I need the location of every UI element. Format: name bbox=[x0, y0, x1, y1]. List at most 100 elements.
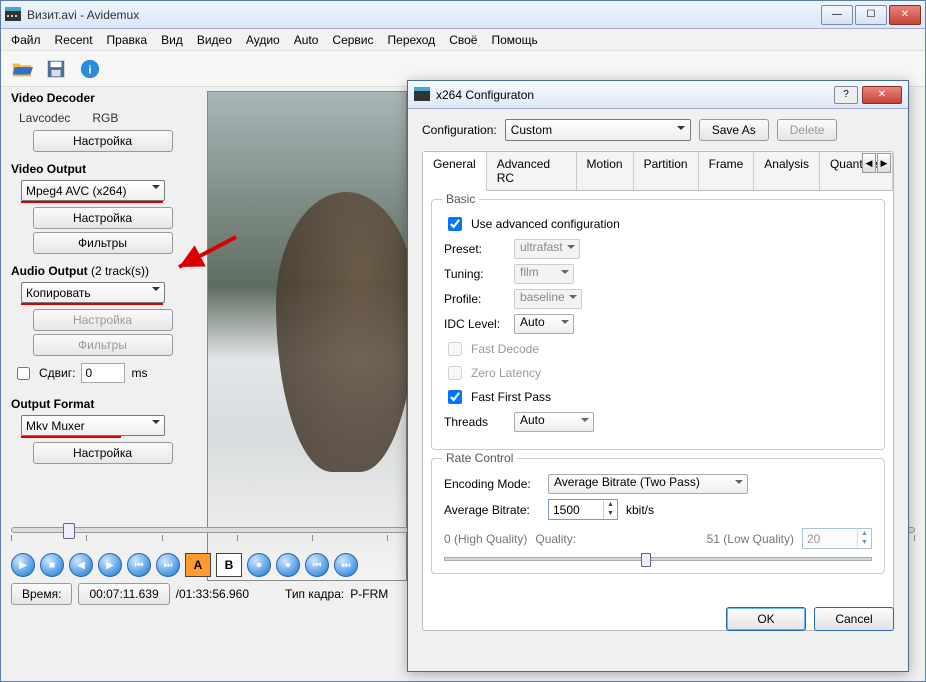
tab-frame[interactable]: Frame bbox=[699, 152, 755, 190]
spin-down-icon[interactable]: ▼ bbox=[604, 510, 617, 519]
next-key-button[interactable]: ⏭ bbox=[156, 553, 180, 577]
profile-select: baseline bbox=[514, 289, 582, 309]
menubar: Файл Recent Правка Вид Видео Аудио Auto … bbox=[1, 29, 925, 51]
ok-button[interactable]: OK bbox=[726, 607, 806, 631]
video-output-filters-button[interactable]: Фильтры bbox=[33, 232, 173, 254]
frame-type-label: Тип кадра: bbox=[285, 587, 344, 601]
shift-label: Сдвиг: bbox=[39, 366, 75, 380]
tab-advanced-rc[interactable]: Advanced RC bbox=[487, 152, 577, 190]
audio-output-title: Audio Output (2 track(s)) bbox=[11, 264, 194, 278]
playback-controls: ▶ ■ ◀ ▶ ⏮ ⏭ A B ⏺ ⏺ ⏮ ⏭ bbox=[11, 553, 358, 577]
info-icon[interactable]: i bbox=[77, 56, 103, 82]
use-advanced-checkbox[interactable] bbox=[448, 217, 462, 231]
x264-config-dialog: x264 Configuraton ? ✕ Configuration: Cus… bbox=[407, 80, 909, 672]
annotation-underline bbox=[21, 303, 163, 305]
spin-up-icon[interactable]: ▲ bbox=[604, 501, 617, 510]
goto-b-button[interactable]: ⏺ bbox=[276, 553, 300, 577]
tuning-select: film bbox=[514, 264, 574, 284]
quality-value-input: ▲▼ bbox=[802, 528, 872, 549]
video-preview bbox=[207, 91, 407, 581]
play-button[interactable]: ▶ bbox=[11, 553, 35, 577]
time-label-button[interactable]: Время: bbox=[11, 583, 72, 605]
save-as-button[interactable]: Save As bbox=[699, 119, 769, 141]
tab-general[interactable]: General bbox=[423, 152, 487, 191]
tab-scroll-right[interactable]: ▶ bbox=[877, 153, 891, 173]
open-icon[interactable] bbox=[9, 56, 35, 82]
duration-label: /01:33:56.960 bbox=[176, 587, 249, 601]
menu-auto[interactable]: Auto bbox=[294, 33, 319, 47]
annotation-arrow bbox=[171, 237, 241, 280]
menu-go[interactable]: Переход bbox=[388, 33, 436, 47]
tab-partition[interactable]: Partition bbox=[634, 152, 699, 190]
tab-motion[interactable]: Motion bbox=[577, 152, 634, 190]
close-button[interactable]: ✕ bbox=[889, 5, 921, 25]
video-decoder-title: Video Decoder bbox=[11, 91, 194, 105]
shift-input[interactable] bbox=[81, 363, 125, 383]
configuration-select[interactable]: Custom bbox=[505, 119, 691, 141]
video-decoder-codec: Lavcodec bbox=[19, 111, 70, 125]
goto-a-button[interactable]: ⏺ bbox=[247, 553, 271, 577]
fast-decode-checkbox bbox=[448, 342, 462, 356]
dialog-title: x264 Configuraton bbox=[436, 88, 834, 102]
menu-audio[interactable]: Аудио bbox=[246, 33, 280, 47]
minimize-button[interactable]: — bbox=[821, 5, 853, 25]
menu-edit[interactable]: Правка bbox=[107, 33, 148, 47]
average-bitrate-input[interactable]: ▲▼ bbox=[548, 499, 618, 520]
tab-analysis[interactable]: Analysis bbox=[754, 152, 820, 190]
window-title: Визит.avi - Avidemux bbox=[27, 8, 821, 22]
status-bar: Время: 00:07:11.639 /01:33:56.960 Тип ка… bbox=[11, 583, 388, 605]
app-icon bbox=[5, 7, 21, 23]
output-format-select[interactable]: Mkv Muxer bbox=[21, 415, 165, 436]
dialog-close-button[interactable]: ✕ bbox=[862, 86, 902, 104]
menu-recent[interactable]: Recent bbox=[55, 33, 93, 47]
idc-select[interactable]: Auto bbox=[514, 314, 574, 334]
annotation-underline bbox=[21, 201, 163, 203]
time-value[interactable]: 00:07:11.639 bbox=[78, 583, 169, 605]
tab-scroll-left[interactable]: ◀ bbox=[862, 153, 876, 173]
rate-control-group: Rate Control Encoding Mode: Average Bitr… bbox=[431, 458, 885, 574]
video-output-select[interactable]: Mpeg4 AVC (x264) bbox=[21, 180, 165, 201]
video-output-title: Video Output bbox=[11, 162, 194, 176]
output-format-title: Output Format bbox=[11, 397, 194, 411]
output-format-settings-button[interactable]: Настройка bbox=[33, 442, 173, 464]
mark-b-button[interactable]: B bbox=[216, 553, 242, 577]
configuration-label: Configuration: bbox=[422, 123, 497, 137]
menu-tools[interactable]: Сервис bbox=[332, 33, 373, 47]
timeline-thumb[interactable] bbox=[63, 523, 75, 539]
delete-button: Delete bbox=[777, 119, 838, 141]
prev-key-button[interactable]: ⏮ bbox=[127, 553, 151, 577]
preset-select: ultrafast bbox=[514, 239, 580, 259]
audio-output-select[interactable]: Копировать bbox=[21, 282, 165, 303]
video-decoder-settings-button[interactable]: Настройка bbox=[33, 130, 173, 152]
next-frame-button[interactable]: ▶ bbox=[98, 553, 122, 577]
shift-checkbox[interactable] bbox=[17, 367, 30, 380]
menu-help[interactable]: Помощь bbox=[491, 33, 537, 47]
encoding-mode-select[interactable]: Average Bitrate (Two Pass) bbox=[548, 474, 748, 494]
annotation-underline bbox=[21, 436, 121, 438]
basic-group: Basic Use advanced configuration Preset:… bbox=[431, 199, 885, 450]
menu-video[interactable]: Видео bbox=[197, 33, 232, 47]
threads-select[interactable]: Auto bbox=[514, 412, 594, 432]
menu-file[interactable]: Файл bbox=[11, 33, 41, 47]
shift-unit: ms bbox=[131, 366, 147, 380]
svg-text:i: i bbox=[88, 64, 91, 76]
save-icon[interactable] bbox=[43, 56, 69, 82]
quality-slider bbox=[444, 557, 872, 561]
video-output-settings-button[interactable]: Настройка bbox=[33, 207, 173, 229]
tab-strip: General Advanced RC Motion Partition Fra… bbox=[423, 152, 893, 191]
dialog-icon bbox=[414, 87, 430, 103]
prev-frame-button[interactable]: ◀ bbox=[69, 553, 93, 577]
menu-custom[interactable]: Своё bbox=[449, 33, 477, 47]
cancel-button[interactable]: Cancel bbox=[814, 607, 894, 631]
first-frame-button[interactable]: ⏮ bbox=[305, 553, 329, 577]
stop-button[interactable]: ■ bbox=[40, 553, 64, 577]
frame-type-value: P-FRM bbox=[350, 587, 388, 601]
menu-view[interactable]: Вид bbox=[161, 33, 183, 47]
audio-output-filters-button: Фильтры bbox=[33, 334, 173, 356]
fast-first-pass-checkbox[interactable] bbox=[448, 390, 462, 404]
last-frame-button[interactable]: ⏭ bbox=[334, 553, 358, 577]
mark-a-button[interactable]: A bbox=[185, 553, 211, 577]
dialog-help-button[interactable]: ? bbox=[834, 86, 858, 104]
zero-latency-checkbox bbox=[448, 366, 462, 380]
maximize-button[interactable]: ☐ bbox=[855, 5, 887, 25]
